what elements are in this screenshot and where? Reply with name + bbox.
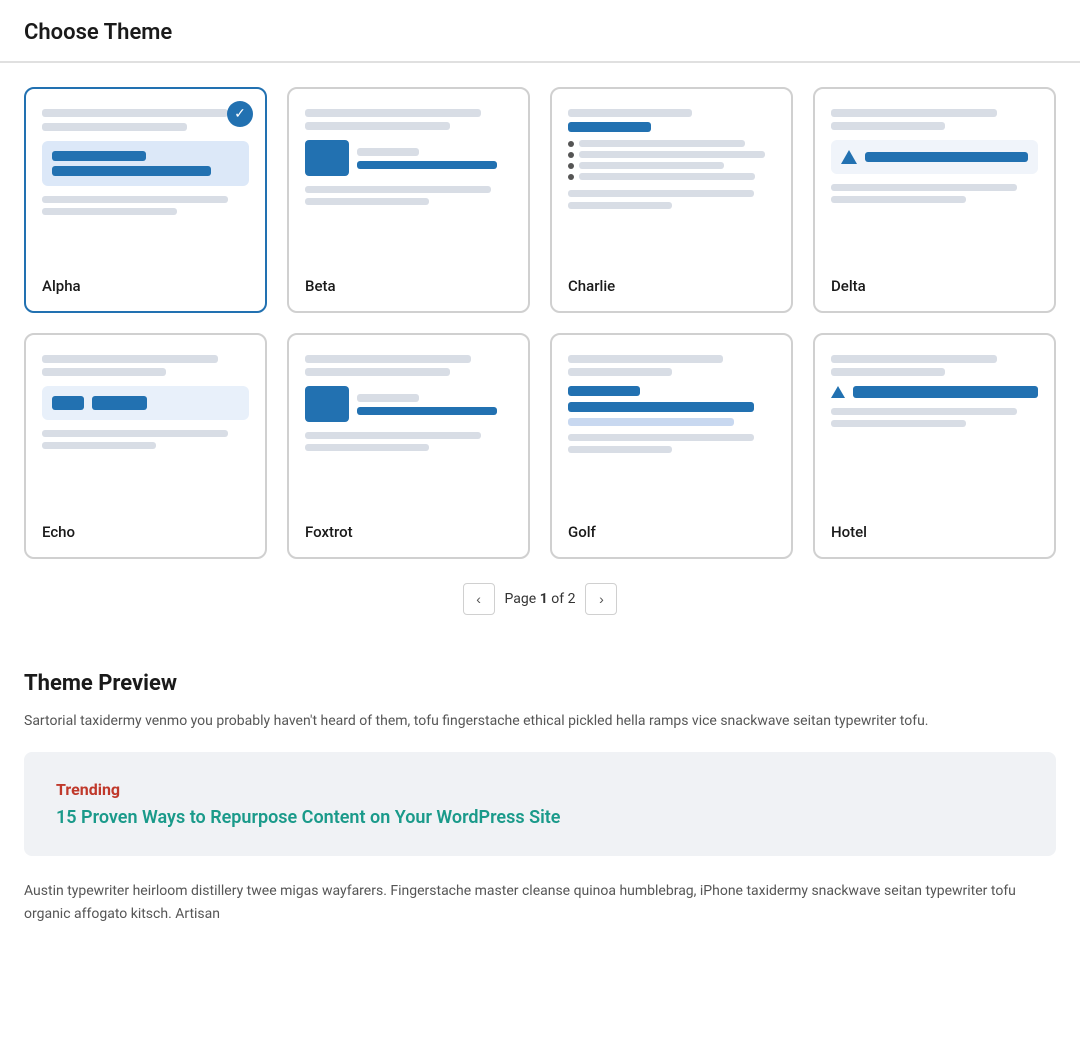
trending-label: Trending xyxy=(56,780,1024,799)
theme-card-charlie[interactable]: Charlie xyxy=(550,87,793,313)
preview-body-text: Austin typewriter heirloom distillery tw… xyxy=(24,880,1056,925)
of-label: of xyxy=(551,591,564,607)
theme-name-charlie: Charlie xyxy=(568,277,775,295)
foxtrot-preview xyxy=(305,351,512,511)
alpha-preview xyxy=(42,105,249,265)
theme-card-golf[interactable]: Golf xyxy=(550,333,793,559)
trending-link[interactable]: 15 Proven Ways to Repurpose Content on Y… xyxy=(56,807,560,828)
theme-name-hotel: Hotel xyxy=(831,523,1038,541)
total-pages: 2 xyxy=(568,591,576,607)
theme-preview-section: Theme Preview Sartorial taxidermy venmo … xyxy=(0,671,1080,957)
beta-preview xyxy=(305,105,512,265)
page-header: Choose Theme xyxy=(0,0,1080,62)
hotel-preview xyxy=(831,351,1038,511)
themes-grid: ✓ Alpha xyxy=(24,87,1056,559)
delta-preview xyxy=(831,105,1038,265)
theme-name-alpha: Alpha xyxy=(42,277,249,295)
theme-card-echo[interactable]: Echo xyxy=(24,333,267,559)
theme-card-hotel[interactable]: Hotel xyxy=(813,333,1056,559)
next-page-button[interactable]: › xyxy=(585,583,617,615)
theme-name-echo: Echo xyxy=(42,523,249,541)
charlie-preview xyxy=(568,105,775,265)
theme-name-golf: Golf xyxy=(568,523,775,541)
theme-card-delta[interactable]: Delta xyxy=(813,87,1056,313)
theme-name-beta: Beta xyxy=(305,277,512,295)
current-page: 1 xyxy=(540,591,548,607)
prev-page-button[interactable]: ‹ xyxy=(463,583,495,615)
theme-name-foxtrot: Foxtrot xyxy=(305,523,512,541)
theme-card-beta[interactable]: Beta xyxy=(287,87,530,313)
theme-card-foxtrot[interactable]: Foxtrot xyxy=(287,333,530,559)
page-info: Page 1 of 2 xyxy=(505,591,576,607)
pagination: ‹ Page 1 of 2 › xyxy=(24,583,1056,615)
selected-check-icon: ✓ xyxy=(227,101,253,127)
preview-description: Sartorial taxidermy venmo you probably h… xyxy=(24,710,1056,732)
theme-name-delta: Delta xyxy=(831,277,1038,295)
echo-preview xyxy=(42,351,249,511)
preview-card: Trending 15 Proven Ways to Repurpose Con… xyxy=(24,752,1056,856)
preview-section-title: Theme Preview xyxy=(24,671,1056,696)
page-text: Page xyxy=(505,591,537,607)
theme-card-alpha[interactable]: ✓ Alpha xyxy=(24,87,267,313)
page-title: Choose Theme xyxy=(24,20,1056,45)
golf-preview xyxy=(568,351,775,511)
themes-container: ✓ Alpha xyxy=(0,63,1080,671)
